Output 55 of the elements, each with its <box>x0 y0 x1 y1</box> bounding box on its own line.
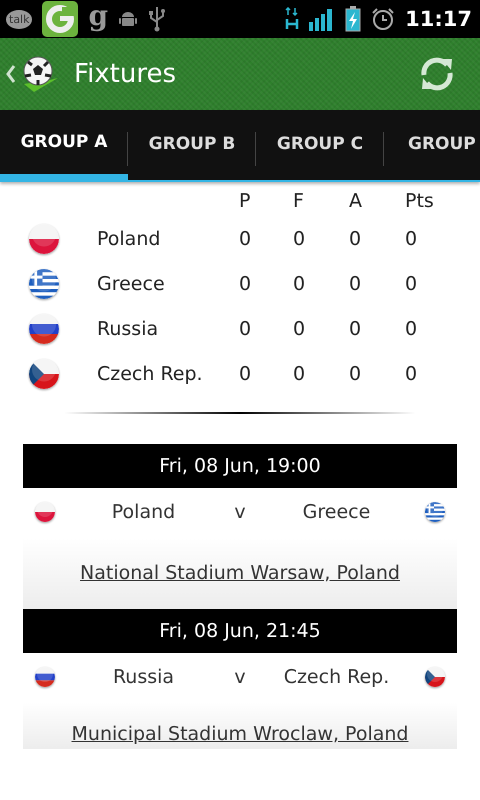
stat-value: 0 <box>293 362 306 384</box>
network-icon <box>285 7 300 31</box>
group-tab[interactable]: GROUP C <box>256 110 384 182</box>
stat-value: 0 <box>349 318 362 340</box>
column-header: P <box>239 190 250 212</box>
versus-label: v <box>233 501 247 523</box>
date-header: Fri, 08 Jun, 21:45 <box>23 609 457 653</box>
stat-value: 0 <box>293 272 306 294</box>
stat-value: 0 <box>405 362 418 384</box>
screen-title: Fixtures <box>74 59 176 89</box>
team-name: Greece <box>96 272 166 294</box>
flag-icon <box>29 268 59 298</box>
alarm-icon <box>371 7 396 31</box>
back-icon[interactable] <box>6 64 16 84</box>
stat-value: 0 <box>349 362 362 384</box>
versus-label: v <box>233 666 247 688</box>
stat-value: 0 <box>349 228 362 250</box>
flag-icon <box>29 314 59 344</box>
usb-icon <box>148 6 166 32</box>
stat-value: 0 <box>239 228 252 250</box>
date-header: Fri, 08 Jun, 19:00 <box>23 444 457 488</box>
clock-time: 11:17 <box>405 7 472 31</box>
talk-icon: talk <box>6 10 32 28</box>
group-tab[interactable]: GROUP B <box>128 110 256 182</box>
team-name: Russia <box>96 318 160 340</box>
google-icon: g <box>88 2 108 30</box>
battery-icon <box>345 6 362 32</box>
flag-icon <box>35 502 55 522</box>
stat-value: 0 <box>349 272 362 294</box>
column-header: F <box>293 190 304 212</box>
flag-icon <box>35 667 55 687</box>
flag-icon <box>425 667 445 687</box>
away-team: Greece <box>302 501 372 523</box>
stat-value: 0 <box>293 318 306 340</box>
group-tab[interactable]: GROUP <box>384 110 480 182</box>
stat-value: 0 <box>239 362 252 384</box>
stat-value: 0 <box>405 272 418 294</box>
group-tab[interactable]: GROUP A <box>0 110 128 182</box>
column-header: Pts <box>405 190 434 212</box>
stat-value: 0 <box>239 272 252 294</box>
column-header: A <box>349 190 362 212</box>
flag-icon <box>29 224 59 254</box>
home-team: Russia <box>112 666 176 688</box>
stat-value: 0 <box>405 228 418 250</box>
away-team: Czech Rep. <box>282 666 390 688</box>
team-name: Poland <box>96 228 162 250</box>
stat-value: 0 <box>293 228 306 250</box>
flag-icon <box>29 358 59 388</box>
stat-value: 0 <box>405 318 418 340</box>
android-icon <box>118 9 138 29</box>
flag-icon <box>425 502 445 522</box>
team-name: Czech Rep. <box>96 362 204 384</box>
app-icon <box>42 1 78 37</box>
stat-value: 0 <box>239 318 252 340</box>
home-team: Poland <box>110 501 176 523</box>
